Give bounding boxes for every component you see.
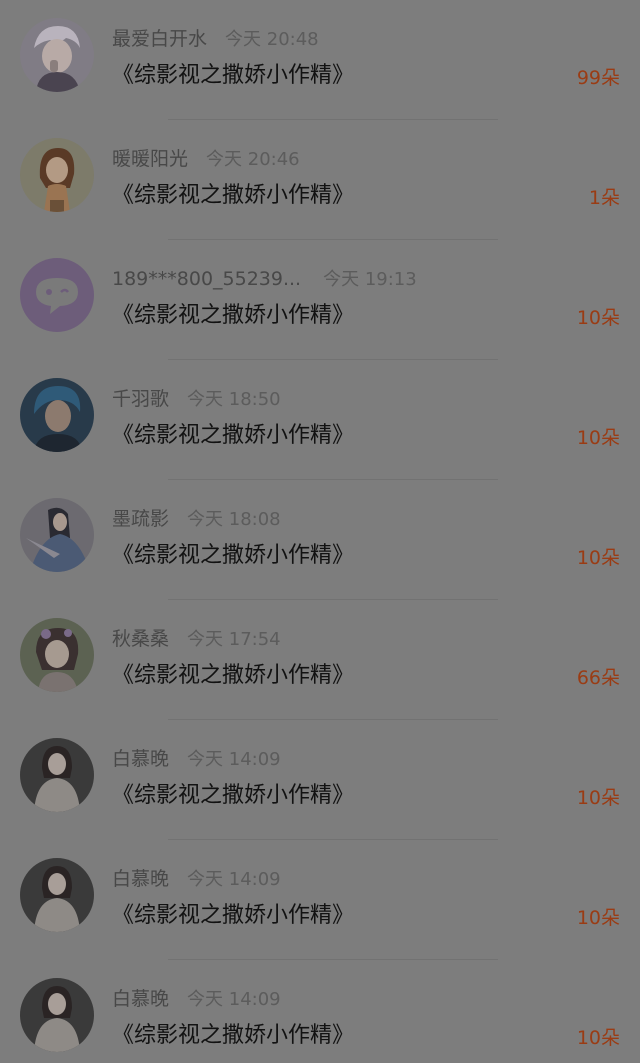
username[interactable]: 189***800_55239... bbox=[112, 268, 301, 290]
timestamp: 今天 17:54 bbox=[187, 629, 281, 650]
list-item[interactable]: 秋桑桑 今天 17:54 《综影视之撒娇小作精》 66朵 bbox=[0, 600, 640, 720]
flower-count: 10朵 bbox=[576, 427, 620, 449]
woman-portrait-avatar-icon bbox=[20, 738, 94, 812]
row-meta: 秋桑桑 今天 17:54 bbox=[112, 624, 281, 654]
avatar[interactable] bbox=[20, 378, 94, 452]
username[interactable]: 白慕晚 bbox=[112, 748, 169, 770]
flower-count: 10朵 bbox=[576, 547, 620, 569]
message-text: 《综影视之撒娇小作精》 bbox=[112, 423, 355, 448]
avatar[interactable] bbox=[20, 258, 94, 332]
message-text: 《综影视之撒娇小作精》 bbox=[112, 1023, 355, 1048]
avatar[interactable] bbox=[20, 618, 94, 692]
message-text: 《综影视之撒娇小作精》 bbox=[112, 663, 355, 688]
floral-hair-girl-avatar-icon bbox=[20, 618, 94, 692]
flower-count: 10朵 bbox=[576, 307, 620, 329]
avatar[interactable] bbox=[20, 978, 94, 1052]
avatar[interactable] bbox=[20, 738, 94, 812]
flower-count: 10朵 bbox=[576, 787, 620, 809]
username[interactable]: 秋桑桑 bbox=[112, 628, 169, 650]
timestamp: 今天 14:09 bbox=[187, 749, 281, 770]
username[interactable]: 暖暖阳光 bbox=[112, 148, 188, 170]
woman-portrait-avatar-icon bbox=[20, 978, 94, 1052]
list-item[interactable]: 白慕晚 今天 14:09 《综影视之撒娇小作精》 10朵 bbox=[0, 720, 640, 840]
message-text: 《综影视之撒娇小作精》 bbox=[112, 183, 355, 208]
flower-gift-list: 最爱白开水 今天 20:48 《综影视之撒娇小作精》 99朵 暖暖阳光 今天 20:… bbox=[0, 0, 640, 1063]
message-text: 《综影视之撒娇小作精》 bbox=[112, 303, 355, 328]
message-text: 《综影视之撒娇小作精》 bbox=[112, 783, 355, 808]
message-text: 《综影视之撒娇小作精》 bbox=[112, 63, 355, 88]
timestamp: 今天 14:09 bbox=[187, 989, 281, 1010]
username[interactable]: 千羽歌 bbox=[112, 388, 169, 410]
list-item[interactable]: 白慕晚 今天 14:09 《综影视之撒娇小作精》 10朵 bbox=[0, 960, 640, 1063]
row-meta: 墨疏影 今天 18:08 bbox=[112, 504, 281, 534]
avatar[interactable] bbox=[20, 858, 94, 932]
avatar[interactable] bbox=[20, 138, 94, 212]
message-text: 《综影视之撒娇小作精》 bbox=[112, 543, 355, 568]
row-meta: 白慕晚 今天 14:09 bbox=[112, 984, 281, 1014]
list-item[interactable]: 189***800_55239... 今天 19:13 《综影视之撒娇小作精》 1… bbox=[0, 240, 640, 360]
ancient-costume-avatar-icon bbox=[20, 498, 94, 572]
chat-bubble-avatar-icon bbox=[20, 258, 94, 332]
girl-illustration-avatar-icon bbox=[20, 138, 94, 212]
timestamp: 今天 20:48 bbox=[225, 29, 319, 50]
row-meta: 白慕晚 今天 14:09 bbox=[112, 864, 281, 894]
timestamp: 今天 19:13 bbox=[323, 269, 417, 290]
flower-count: 10朵 bbox=[576, 907, 620, 929]
list-item[interactable]: 千羽歌 今天 18:50 《综影视之撒娇小作精》 10朵 bbox=[0, 360, 640, 480]
avatar[interactable] bbox=[20, 18, 94, 92]
flower-count: 1朵 bbox=[588, 187, 620, 209]
woman-portrait-avatar-icon bbox=[20, 858, 94, 932]
list-item[interactable]: 白慕晚 今天 14:09 《综影视之撒娇小作精》 10朵 bbox=[0, 840, 640, 960]
timestamp: 今天 14:09 bbox=[187, 869, 281, 890]
flower-count: 99朵 bbox=[576, 67, 620, 89]
row-meta: 189***800_55239... 今天 19:13 bbox=[112, 264, 417, 294]
blue-hair-boy-avatar-icon bbox=[20, 378, 94, 452]
username[interactable]: 墨疏影 bbox=[112, 508, 169, 530]
username[interactable]: 最爱白开水 bbox=[112, 28, 207, 50]
row-meta: 白慕晚 今天 14:09 bbox=[112, 744, 281, 774]
row-meta: 暖暖阳光 今天 20:46 bbox=[112, 144, 300, 174]
row-meta: 千羽歌 今天 18:50 bbox=[112, 384, 281, 414]
list-item[interactable]: 最爱白开水 今天 20:48 《综影视之撒娇小作精》 99朵 bbox=[0, 0, 640, 120]
message-text: 《综影视之撒娇小作精》 bbox=[112, 903, 355, 928]
username[interactable]: 白慕晚 bbox=[112, 988, 169, 1010]
list-item[interactable]: 墨疏影 今天 18:08 《综影视之撒娇小作精》 10朵 bbox=[0, 480, 640, 600]
anime-boy-avatar-icon bbox=[20, 18, 94, 92]
flower-count: 10朵 bbox=[576, 1027, 620, 1049]
row-meta: 最爱白开水 今天 20:48 bbox=[112, 24, 319, 54]
list-item[interactable]: 暖暖阳光 今天 20:46 《综影视之撒娇小作精》 1朵 bbox=[0, 120, 640, 240]
timestamp: 今天 18:50 bbox=[187, 389, 281, 410]
avatar[interactable] bbox=[20, 498, 94, 572]
username[interactable]: 白慕晚 bbox=[112, 868, 169, 890]
flower-count: 66朵 bbox=[576, 667, 620, 689]
timestamp: 今天 20:46 bbox=[206, 149, 300, 170]
timestamp: 今天 18:08 bbox=[187, 509, 281, 530]
